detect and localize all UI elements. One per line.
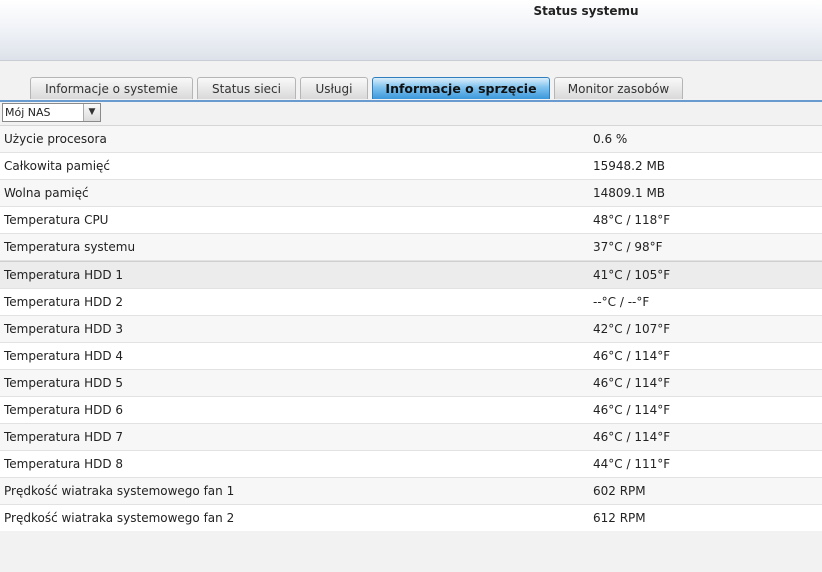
table-row: Całkowita pamięć 15948.2 MB <box>0 153 822 180</box>
tab-network-status[interactable]: Status sieci <box>197 77 296 99</box>
table-row: Temperatura HDD 6 46°C / 114°F <box>0 397 822 424</box>
row-value: 14809.1 MB <box>593 186 666 200</box>
row-label: Prędkość wiatraka systemowego fan 1 <box>4 484 235 498</box>
toolbar-strip <box>0 102 822 126</box>
table-row: Temperatura HDD 7 46°C / 114°F <box>0 424 822 451</box>
table-row: Temperatura HDD 4 46°C / 114°F <box>0 343 822 370</box>
device-select[interactable]: Mój NAS ▼ <box>2 103 101 122</box>
row-value: 42°C / 107°F <box>593 322 671 336</box>
row-label: Temperatura HDD 5 <box>4 376 124 390</box>
table-row: Temperatura HDD 1 41°C / 105°F <box>0 261 822 289</box>
hardware-info-table: Użycie procesora 0.6 % Całkowita pamięć … <box>0 126 822 532</box>
table-row: Użycie procesora 0.6 % <box>0 126 822 153</box>
table-row: Prędkość wiatraka systemowego fan 2 612 … <box>0 505 822 532</box>
table-row: Wolna pamięć 14809.1 MB <box>0 180 822 207</box>
table-row: Temperatura HDD 3 42°C / 107°F <box>0 316 822 343</box>
row-label: Temperatura HDD 8 <box>4 457 124 471</box>
page-header: Status systemu <box>0 0 822 61</box>
row-value: 48°C / 118°F <box>593 213 671 227</box>
row-value: 15948.2 MB <box>593 159 666 173</box>
row-label: Użycie procesora <box>4 132 107 146</box>
row-value: 37°C / 98°F <box>593 240 663 254</box>
row-value: 46°C / 114°F <box>593 349 671 363</box>
page-title: Status systemu <box>533 4 639 18</box>
row-value: 0.6 % <box>593 132 628 146</box>
tab-resource-monitor[interactable]: Monitor zasobów <box>554 77 683 99</box>
row-label: Temperatura HDD 1 <box>4 268 124 282</box>
row-label: Całkowita pamięć <box>4 159 111 173</box>
row-value: 44°C / 111°F <box>593 457 671 471</box>
row-value: 46°C / 114°F <box>593 430 671 444</box>
tab-services[interactable]: Usługi <box>300 77 368 99</box>
tab-hardware-info[interactable]: Informacje o sprzęcie <box>372 77 550 99</box>
row-value: 41°C / 105°F <box>593 268 671 282</box>
table-row: Temperatura HDD 2 --°C / --°F <box>0 289 822 316</box>
row-value: 46°C / 114°F <box>593 376 671 390</box>
row-label: Temperatura systemu <box>4 240 136 254</box>
row-value: 46°C / 114°F <box>593 403 671 417</box>
row-value: 612 RPM <box>593 511 646 525</box>
table-row: Temperatura HDD 8 44°C / 111°F <box>0 451 822 478</box>
row-label: Temperatura HDD 3 <box>4 322 124 336</box>
row-label: Wolna pamięć <box>4 186 89 200</box>
tab-bar: Informacje o systemie Status sieci Usług… <box>0 77 822 101</box>
empty-footer-area <box>0 531 822 572</box>
row-label: Prędkość wiatraka systemowego fan 2 <box>4 511 235 525</box>
row-label: Temperatura HDD 2 <box>4 295 124 309</box>
chevron-down-icon[interactable]: ▼ <box>83 104 100 121</box>
row-label: Temperatura HDD 7 <box>4 430 124 444</box>
table-row: Temperatura HDD 5 46°C / 114°F <box>0 370 822 397</box>
row-label: Temperatura HDD 4 <box>4 349 124 363</box>
row-label: Temperatura CPU <box>4 213 109 227</box>
table-row: Temperatura systemu 37°C / 98°F <box>0 234 822 261</box>
table-row: Prędkość wiatraka systemowego fan 1 602 … <box>0 478 822 505</box>
tab-system-info[interactable]: Informacje o systemie <box>30 77 193 99</box>
table-row: Temperatura CPU 48°C / 118°F <box>0 207 822 234</box>
row-label: Temperatura HDD 6 <box>4 403 124 417</box>
row-value: 602 RPM <box>593 484 646 498</box>
device-select-value: Mój NAS <box>5 106 51 119</box>
row-value: --°C / --°F <box>593 295 650 309</box>
